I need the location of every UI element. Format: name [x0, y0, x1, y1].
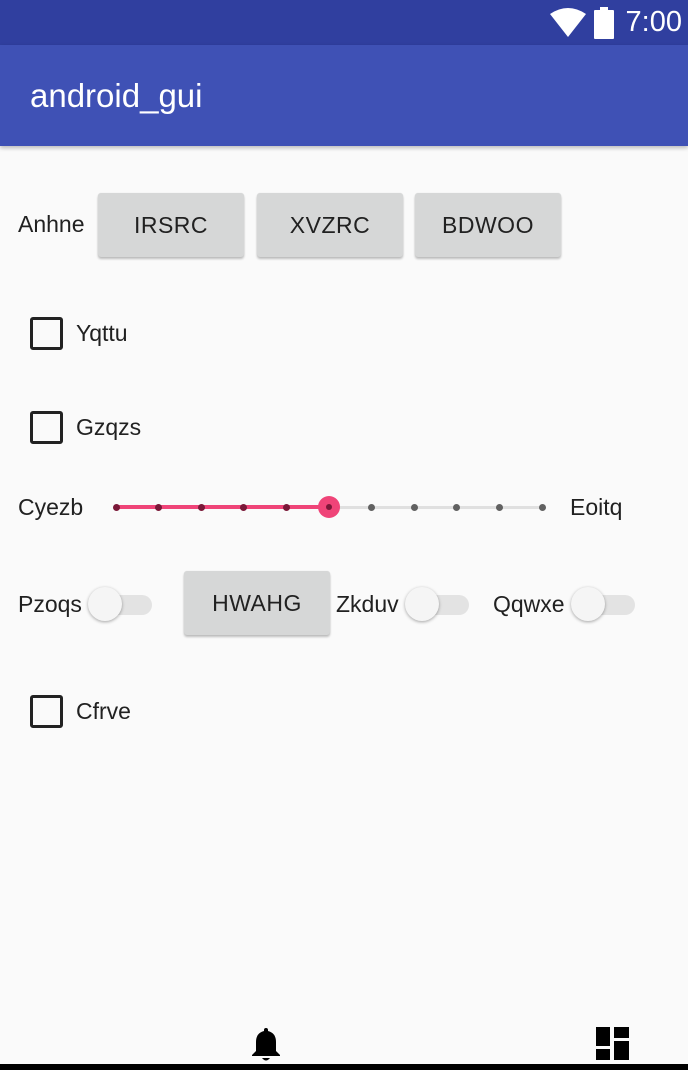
status-time: 7:00: [625, 6, 682, 38]
zkduv-label: Zkduv: [336, 591, 399, 617]
bell-icon[interactable]: [250, 1026, 282, 1062]
slider-tick: [282, 504, 290, 511]
checkbox-box[interactable]: [30, 694, 63, 728]
app-bar: android_gui: [0, 45, 688, 146]
checkbox-box[interactable]: [30, 316, 63, 350]
slider-left-label: Cyezb: [18, 494, 84, 520]
status-icons: 7:00: [549, 0, 682, 45]
slider-tick: [240, 504, 248, 511]
hwahg-button[interactable]: HWAHG: [184, 571, 330, 635]
slider-tick: [453, 504, 461, 511]
slider-tick: [368, 504, 376, 511]
switch-thumb: [405, 587, 439, 621]
irsrc-button[interactable]: IRSRC: [98, 193, 244, 257]
wifi-icon: [549, 7, 586, 37]
pzoqs-label: Pzoqs: [18, 591, 82, 617]
status-bar: 7:00: [0, 0, 688, 45]
slider-tick: [538, 504, 546, 511]
pzoqs-switch[interactable]: [88, 587, 152, 621]
zkduv-switch[interactable]: [405, 587, 469, 621]
checkbox-label: Gzqzs: [76, 413, 142, 440]
xvzrc-button[interactable]: XVZRC: [257, 193, 403, 257]
checkbox-label: Yqttu: [76, 319, 128, 346]
slider-thumb[interactable]: [318, 496, 340, 518]
dashboard-icon[interactable]: [596, 1027, 629, 1060]
slider-tick: [197, 504, 205, 511]
anhne-label: Anhne: [18, 211, 85, 237]
slider-tick: [495, 504, 503, 511]
slider-track-fill: [116, 505, 329, 509]
checkbox-yqttu[interactable]: Yqttu: [30, 316, 128, 350]
switch-thumb: [88, 587, 122, 621]
qqwxe-switch[interactable]: [571, 587, 635, 621]
slider-tick: [112, 504, 120, 511]
app-title: android_gui: [30, 77, 203, 114]
bottom-edge: [0, 1064, 688, 1070]
checkbox-cfrve[interactable]: Cfrve: [30, 694, 131, 728]
switch-thumb: [571, 587, 605, 621]
qqwxe-label: Qqwxe: [493, 591, 565, 617]
bdwoo-button[interactable]: BDWOO: [415, 193, 561, 257]
slider-tick: [410, 504, 418, 511]
slider-tick: [155, 504, 163, 511]
seekbar[interactable]: [112, 492, 546, 522]
slider-right-label: Eoitq: [570, 494, 623, 520]
checkbox-label: Cfrve: [76, 697, 131, 724]
battery-icon: [593, 6, 614, 39]
checkbox-gzqzs[interactable]: Gzqzs: [30, 410, 141, 444]
checkbox-box[interactable]: [30, 410, 63, 444]
